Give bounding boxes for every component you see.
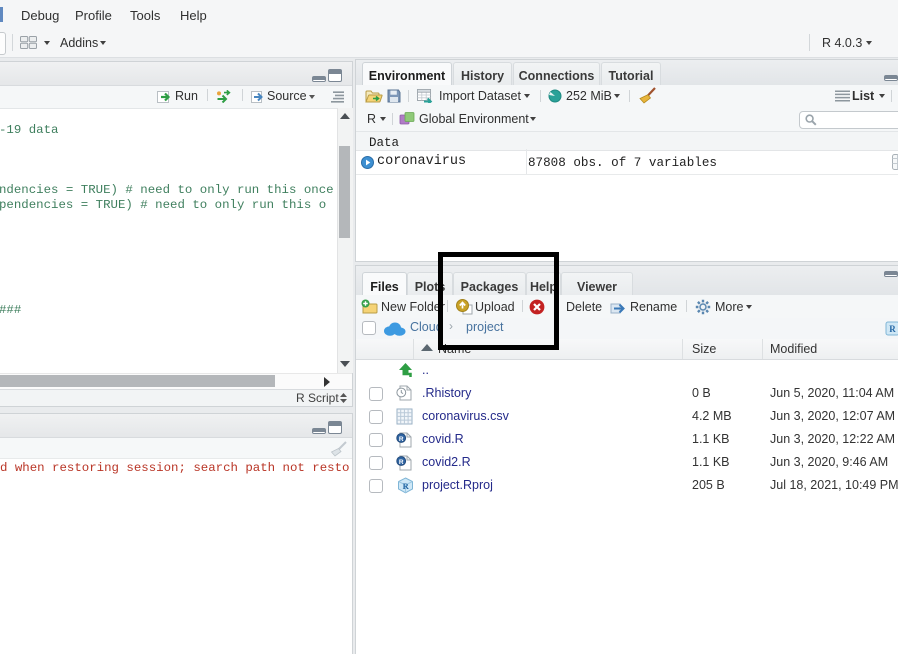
svg-text:R: R [889,324,896,334]
svg-text:R: R [399,436,404,443]
svg-text:R: R [403,481,410,491]
svg-text:R: R [399,459,404,466]
